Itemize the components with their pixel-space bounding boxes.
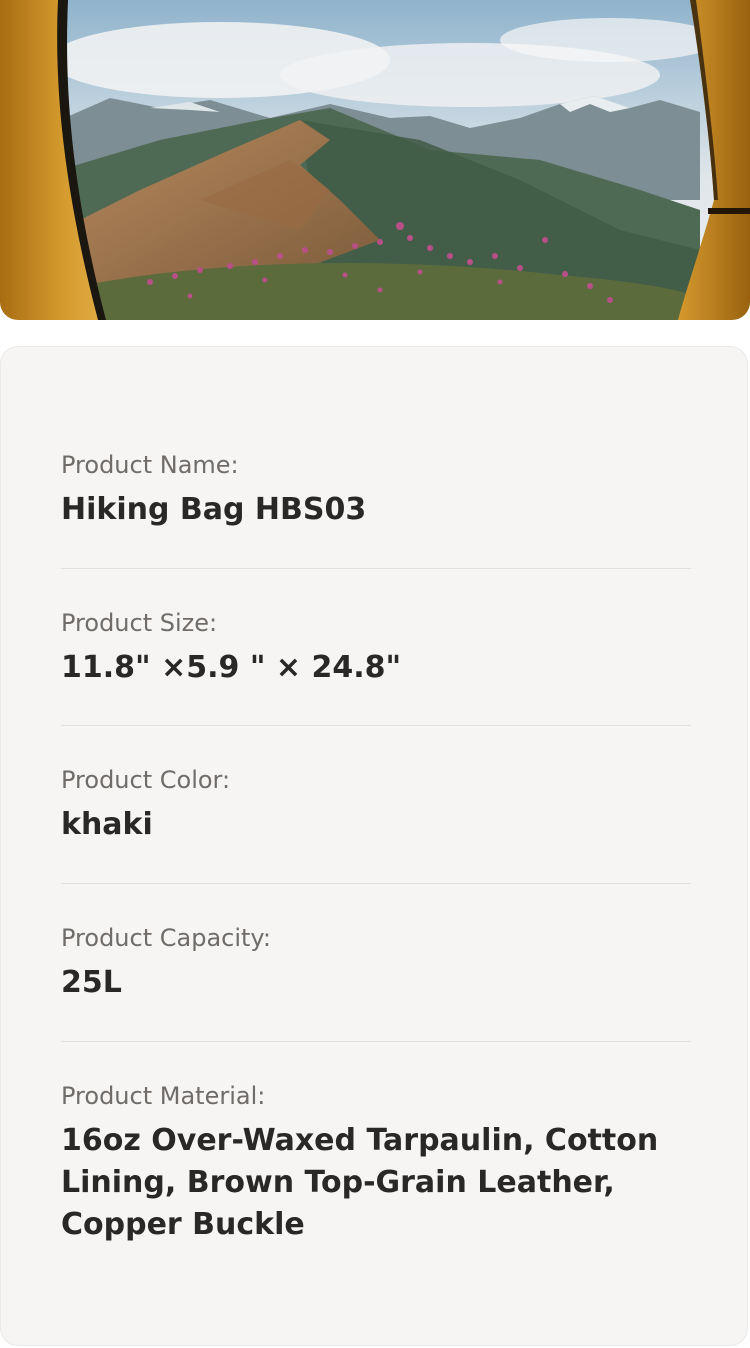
spec-product-name: Product Name: Hiking Bag HBS03 [61, 445, 691, 569]
spec-product-size: Product Size: 11.8" ×5.9 " × 24.8" [61, 569, 691, 726]
spec-label: Product Capacity: [61, 924, 271, 952]
tent-mountain-view-photo [0, 0, 750, 320]
spec-list: Product Name: Hiking Bag HBS03 Product S… [61, 445, 691, 1246]
spec-value: 11.8" ×5.9 " × 24.8" [61, 650, 402, 685]
spec-value: 16oz Over-Waxed Tarpaulin, Cotton Lining… [61, 1123, 659, 1242]
spec-value: Hiking Bag HBS03 [61, 492, 367, 527]
spec-product-material: Product Material: 16oz Over-Waxed Tarpau… [61, 1042, 691, 1246]
product-spec-card: Product Name: Hiking Bag HBS03 Product S… [0, 346, 748, 1346]
spec-label: Product Material: [61, 1082, 266, 1110]
spec-label: Product Size: [61, 609, 218, 637]
hero-image [0, 0, 750, 320]
spec-label: Product Name: [61, 451, 239, 479]
spec-product-color: Product Color: khaki [61, 726, 691, 884]
spec-value: khaki [61, 807, 153, 842]
spec-value: 25L [61, 965, 122, 1000]
spec-product-capacity: Product Capacity: 25L [61, 884, 691, 1042]
spec-label: Product Color: [61, 766, 231, 794]
